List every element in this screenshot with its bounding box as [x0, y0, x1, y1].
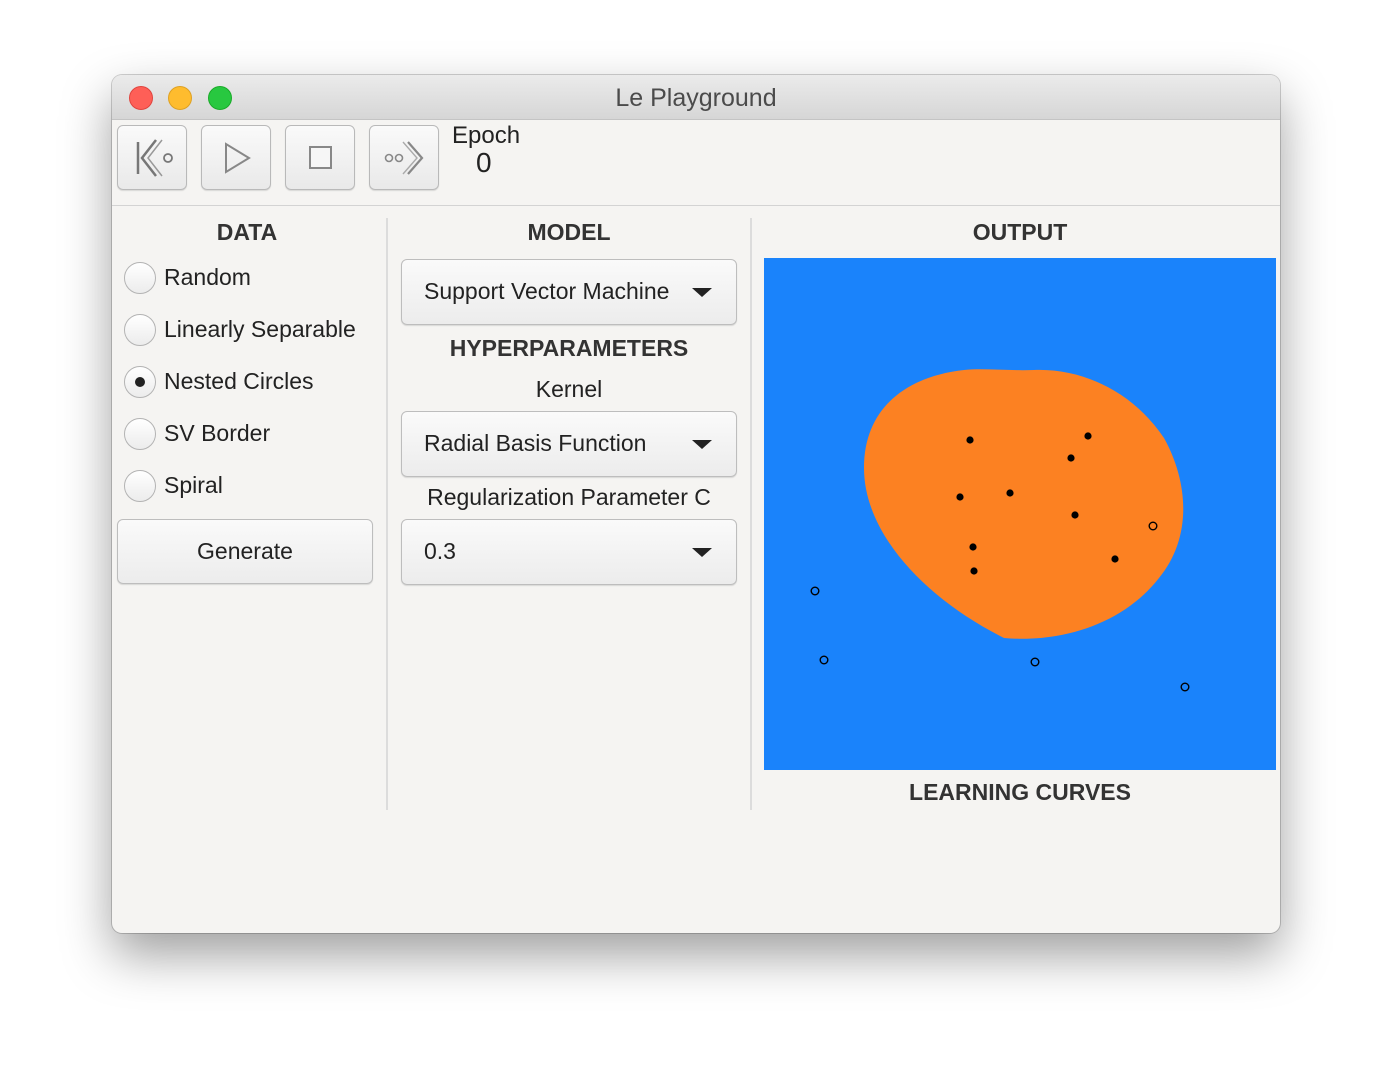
- step-forward-icon: [384, 141, 424, 175]
- kernel-select[interactable]: Radial Basis Function: [401, 411, 737, 477]
- model-select-value: Support Vector Machine: [424, 278, 670, 304]
- inner-data-point: [970, 567, 978, 575]
- regularization-select-value: 0.3: [424, 538, 456, 564]
- radio-label: SV Border: [164, 420, 271, 446]
- title-bar: Le Playground: [112, 75, 1280, 120]
- window-title: Le Playground: [615, 84, 777, 112]
- regularization-select[interactable]: 0.3: [401, 519, 737, 585]
- chevron-down-icon: [692, 288, 712, 297]
- inner-data-point: [1067, 454, 1075, 462]
- output-plot-canvas: [764, 105, 1276, 770]
- kernel-select-value: Radial Basis Function: [424, 430, 647, 456]
- inner-data-point: [1071, 511, 1079, 519]
- panel-divider: [386, 218, 388, 810]
- radio-button[interactable]: [124, 262, 156, 294]
- reset-button[interactable]: [117, 125, 187, 190]
- model-select[interactable]: Support Vector Machine: [401, 259, 737, 325]
- generate-button[interactable]: Generate: [117, 519, 373, 584]
- chevron-down-icon: [692, 548, 712, 557]
- panel-divider: [750, 218, 752, 810]
- kernel-label: Kernel: [535, 376, 603, 402]
- radio-label: Linearly Separable: [164, 316, 356, 342]
- inner-data-point: [966, 436, 974, 444]
- data-section-title: DATA: [216, 219, 278, 245]
- inner-data-point: [956, 493, 964, 501]
- regularization-label: Regularization Parameter C: [427, 484, 711, 510]
- radio-button[interactable]: [124, 314, 156, 346]
- reset-icon: [136, 139, 173, 177]
- inner-data-point: [969, 543, 977, 551]
- radio-label: Random: [164, 264, 251, 290]
- radio-label: Spiral: [164, 472, 223, 498]
- stop-icon: [309, 146, 332, 169]
- radio-button[interactable]: [124, 470, 156, 502]
- chevron-down-icon: [692, 440, 712, 449]
- inner-data-point: [1111, 555, 1119, 563]
- model-section-title: MODEL: [527, 219, 611, 245]
- stop-button[interactable]: [285, 125, 355, 190]
- epoch-value: 0: [476, 147, 492, 178]
- learning-curves-title: LEARNING CURVES: [909, 779, 1131, 805]
- radio-button[interactable]: [124, 418, 156, 450]
- toolbar: Epoch 0: [112, 120, 1280, 206]
- inner-data-point: [1006, 489, 1014, 497]
- epoch-label: Epoch: [452, 122, 521, 149]
- radio-button[interactable]: [124, 366, 156, 398]
- output-plot: [764, 105, 1276, 770]
- app-window: Le Playground Epoch 0 DATA Random Linear…: [112, 75, 1280, 933]
- hyperparameters-title: HYPERPARAMETERS: [449, 335, 689, 361]
- radio-selected-dot: [135, 377, 145, 387]
- output-section-title: OUTPUT: [972, 219, 1068, 245]
- radio-label: Nested Circles: [164, 368, 314, 394]
- inner-data-point: [1084, 432, 1092, 440]
- play-icon: [225, 142, 251, 174]
- step-button[interactable]: [369, 125, 439, 190]
- play-button[interactable]: [201, 125, 271, 190]
